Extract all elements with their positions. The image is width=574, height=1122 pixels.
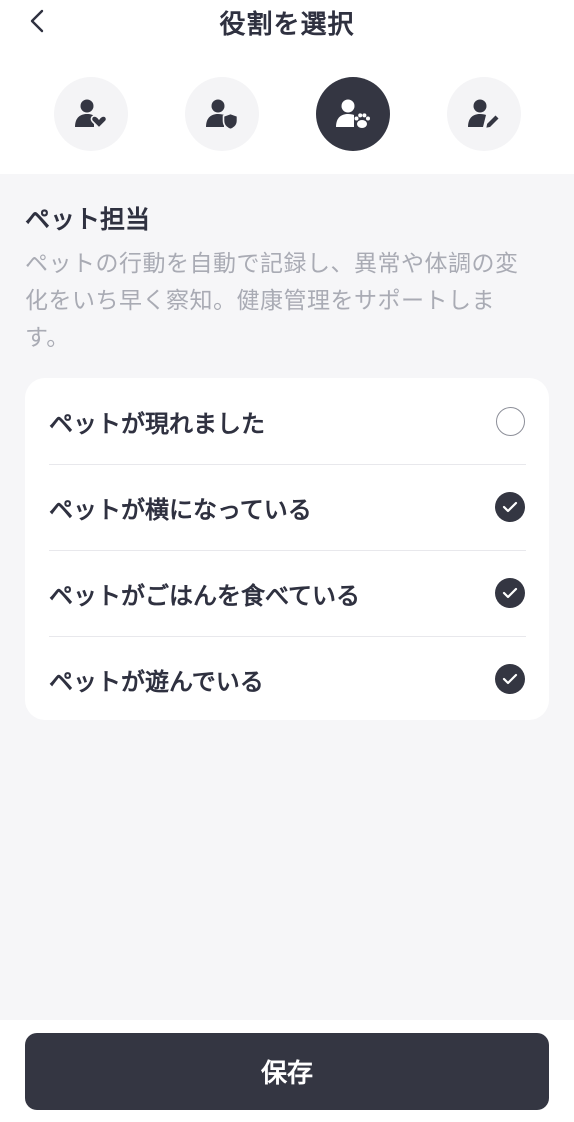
- user-paw-icon: [336, 99, 370, 128]
- option-item-pet-playing[interactable]: ペットが遊んでいる: [49, 636, 526, 722]
- option-item-pet-eating[interactable]: ペットがごはんを食べている: [49, 550, 526, 636]
- role-option-edit[interactable]: [447, 77, 521, 151]
- role-description: ペットの行動を自動で記録し、異常や体調の変 化をいち早く察知。健康管理をサポート…: [25, 246, 549, 357]
- role-description-line: 化をいち早く察知。健康管理をサポートしま: [25, 288, 495, 314]
- option-label: ペットが現れました: [49, 409, 265, 438]
- role-option-pet[interactable]: [316, 77, 390, 151]
- top-section: 役割を選択: [0, 0, 574, 174]
- role-selector: [0, 77, 574, 151]
- user-shield-icon: [206, 99, 239, 131]
- checkmark-icon: [502, 673, 518, 685]
- option-item-pet-lying[interactable]: ペットが横になっている: [49, 464, 526, 550]
- checkbox-checked-icon[interactable]: [495, 664, 525, 694]
- page-title: 役割を選択: [219, 10, 355, 40]
- checkbox-checked-icon[interactable]: [495, 578, 525, 608]
- checkbox-checked-icon[interactable]: [495, 492, 525, 522]
- option-label: ペットが遊んでいる: [49, 667, 264, 696]
- role-option-shield[interactable]: [185, 77, 259, 151]
- role-detail: ペット担当 ペットの行動を自動で記録し、異常や体調の変 化をいち早く察知。健康管…: [25, 200, 549, 357]
- option-label: ペットがごはんを食べている: [49, 581, 361, 610]
- option-label: ペットが横になっている: [49, 495, 312, 524]
- save-button[interactable]: 保存: [25, 1033, 549, 1110]
- role-name: ペット担当: [25, 205, 151, 234]
- role-option-heart[interactable]: [54, 77, 128, 151]
- checkbox-unchecked-icon[interactable]: [496, 406, 525, 436]
- role-description-line: す。: [25, 325, 70, 351]
- options-card: ペットが現れました ペットが横になっている ペットがごはんを食べている ペットが…: [25, 378, 549, 720]
- role-description-line: ペットの行動を自動で記録し、異常や体調の変: [25, 251, 519, 277]
- user-edit-icon: [468, 99, 501, 130]
- checkmark-icon: [502, 587, 518, 599]
- user-heart-icon: [75, 99, 108, 130]
- option-item-pet-appeared[interactable]: ペットが現れました: [49, 378, 526, 464]
- checkmark-icon: [502, 501, 518, 513]
